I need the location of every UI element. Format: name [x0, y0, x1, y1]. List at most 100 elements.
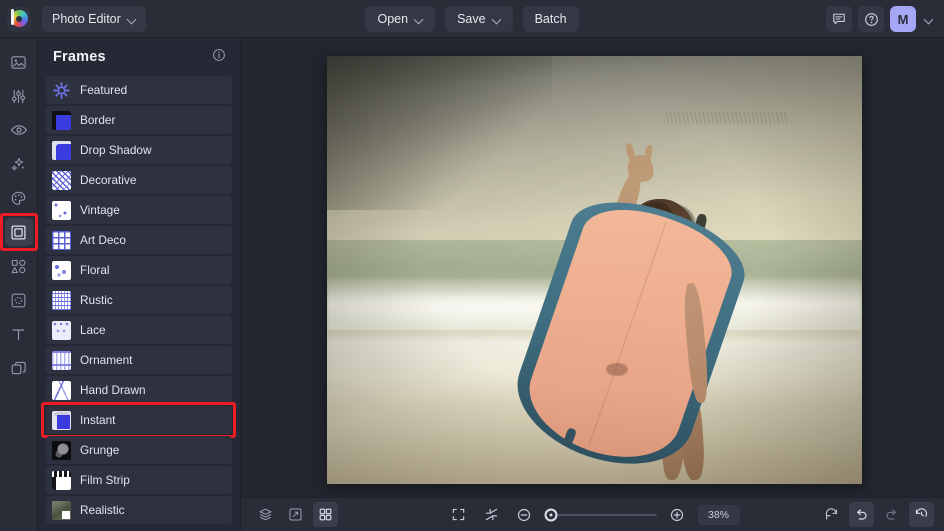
info-icon [212, 48, 226, 62]
bottom-bar: 38% [241, 497, 944, 531]
frames-list-item-label: Film Strip [80, 473, 130, 487]
rail-item-graphics[interactable] [5, 252, 33, 280]
rail-item-frames[interactable] [5, 218, 33, 246]
frames-list-item[interactable]: Floral [46, 256, 232, 284]
frame-thumbnail-icon [52, 381, 71, 400]
help-button[interactable] [858, 6, 884, 32]
layers-stack-icon [258, 507, 273, 522]
account-menu-button[interactable] [922, 15, 936, 23]
zoom-slider[interactable] [545, 514, 657, 516]
frames-list-item-label: Vintage [80, 203, 120, 217]
zoom-level-value[interactable]: 38% [698, 505, 740, 525]
rail-item-overlays[interactable] [5, 286, 33, 314]
frame-thumbnail-icon [52, 81, 71, 100]
frames-list-item[interactable]: Decorative [46, 166, 232, 194]
frame-thumbnail-icon [52, 141, 71, 160]
shapes-icon [10, 258, 27, 275]
rail-item-effects[interactable] [5, 150, 33, 178]
frame-thumbnail-icon [52, 471, 71, 490]
history-controls [819, 502, 934, 527]
canvas-area[interactable] [241, 38, 944, 497]
reset-icon [824, 507, 839, 522]
frames-list-item-label: Ornament [80, 353, 132, 367]
batch-button[interactable]: Batch [523, 6, 579, 32]
eye-icon [10, 121, 28, 139]
zoom-slider-handle[interactable] [544, 508, 557, 521]
chevron-down-icon [128, 15, 136, 23]
undo-button[interactable] [849, 502, 874, 527]
help-icon [864, 12, 879, 27]
frames-list-item[interactable]: Lace [46, 316, 232, 344]
frame-thumbnail-icon [52, 171, 71, 190]
chevron-down-icon [493, 15, 501, 23]
frame-thumbnail-icon [52, 351, 71, 370]
fullscreen-button[interactable] [446, 502, 471, 527]
workspace-switcher[interactable]: Photo Editor [42, 6, 146, 32]
rail-item-retouch[interactable] [5, 116, 33, 144]
frame-thumbnail-icon [52, 291, 71, 310]
compare-button[interactable] [283, 502, 308, 527]
batch-button-label: Batch [535, 12, 567, 26]
frames-panel: Frames FeaturedBorder Drop Shadow Decorati… [38, 38, 241, 531]
frames-list-item[interactable]: Instant [46, 406, 232, 434]
befunky-logo-icon [7, 7, 31, 31]
feedback-button[interactable] [826, 6, 852, 32]
zoom-out-button[interactable] [512, 502, 537, 527]
image-edit-icon [10, 54, 27, 71]
frames-list-item-label: Grunge [80, 443, 119, 457]
open-button[interactable]: Open [365, 6, 435, 32]
frames-list-item[interactable]: Art Deco [46, 226, 232, 254]
app-logo[interactable] [0, 0, 38, 38]
frames-list-item-label: Realistic [80, 503, 125, 517]
frames-list-item[interactable]: Featured [46, 76, 232, 104]
text-icon [10, 326, 27, 343]
featured-sparkle-icon [52, 81, 71, 100]
frame-thumbnail-icon [52, 501, 71, 520]
surfboard-logo [606, 363, 628, 376]
panel-info-button[interactable] [212, 48, 226, 67]
save-button[interactable]: Save [445, 6, 513, 32]
redo-button[interactable] [879, 502, 904, 527]
history-icon [914, 507, 929, 522]
rail-item-edit[interactable] [5, 48, 33, 76]
frames-list-item[interactable]: Realistic [46, 496, 232, 524]
frames-list-item-label: Floral [80, 263, 110, 277]
photo-container[interactable] [327, 56, 862, 484]
frames-category-list: FeaturedBorder Drop Shadow Decorative Vinta… [38, 76, 240, 524]
workspace-label: Photo Editor [52, 12, 121, 26]
rail-item-artsy[interactable] [5, 184, 33, 212]
fit-to-screen-button[interactable] [479, 502, 504, 527]
frames-list-item[interactable]: Hand Drawn [46, 376, 232, 404]
frames-list-item[interactable]: Drop Shadow [46, 136, 232, 164]
reset-button[interactable] [819, 502, 844, 527]
frames-list-item[interactable]: Border [46, 106, 232, 134]
frames-list-item-label: Instant [80, 413, 115, 427]
frames-list-item-label: Lace [80, 323, 106, 337]
history-button[interactable] [909, 502, 934, 527]
top-bar: Photo Editor Open Save Batch [0, 0, 944, 38]
frames-list-item-label: Hand Drawn [80, 383, 146, 397]
frames-list-item-label: Rustic [80, 293, 113, 307]
frames-list-item[interactable]: Rustic [46, 286, 232, 314]
edited-photo [327, 56, 862, 484]
zoom-in-button[interactable] [665, 502, 690, 527]
chevron-down-icon [415, 15, 423, 23]
zoom-in-icon [669, 507, 685, 523]
top-bar-right-actions: M [826, 0, 936, 38]
rail-item-text[interactable] [5, 320, 33, 348]
frames-list-item-label: Drop Shadow [80, 143, 151, 157]
rail-item-adjust[interactable] [5, 82, 33, 110]
frames-list-item-label: Art Deco [80, 233, 126, 247]
layers-panel-button[interactable] [253, 502, 278, 527]
frames-list-item[interactable]: Film Strip [46, 466, 232, 494]
rail-item-layers[interactable] [5, 354, 33, 382]
frames-list-item[interactable]: Vintage [46, 196, 232, 224]
frames-list-item[interactable]: Grunge [46, 436, 232, 464]
grid-view-button[interactable] [313, 502, 338, 527]
zoom-out-icon [516, 507, 532, 523]
palette-icon [10, 190, 27, 207]
avatar[interactable]: M [890, 6, 916, 32]
panel-header: Frames [38, 38, 240, 76]
frames-list-item[interactable]: Ornament [46, 346, 232, 374]
frame-thumbnail-icon [52, 261, 71, 280]
